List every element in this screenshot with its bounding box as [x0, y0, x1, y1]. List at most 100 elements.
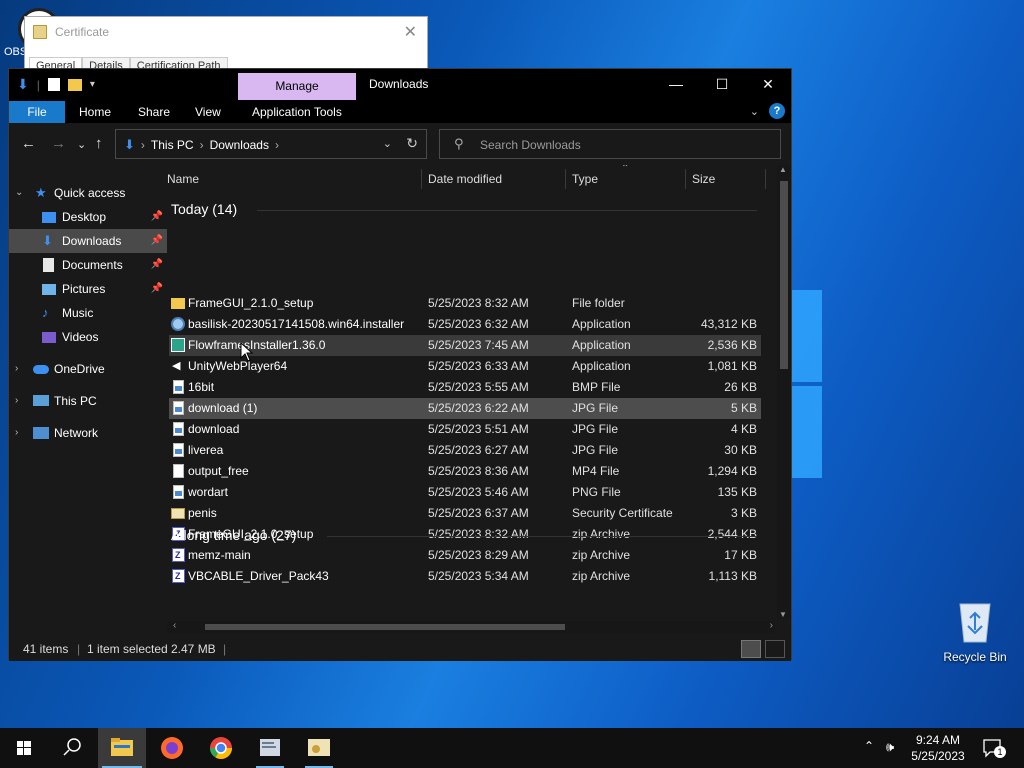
pin-icon[interactable]: 📌 [151, 277, 163, 301]
certificate-manager-icon[interactable] [246, 728, 294, 768]
column-divider[interactable] [685, 169, 686, 189]
close-icon[interactable]: ✕ [404, 22, 417, 42]
scroll-left-icon[interactable]: ‹ [173, 620, 176, 631]
chevron-right-icon[interactable]: › [15, 389, 18, 413]
column-divider[interactable] [421, 169, 422, 189]
sidebar-item-desktop[interactable]: Desktop 📌 [9, 205, 167, 229]
new-folder-icon[interactable] [67, 78, 82, 91]
certificate-window[interactable]: Certificate ✕ General Details Certificat… [24, 16, 428, 76]
file-row[interactable]: penis 5/25/2023 6:37 AM Security Certifica… [169, 503, 761, 524]
sidebar-item-videos[interactable]: Videos [9, 325, 167, 349]
file-row[interactable]: download 5/25/2023 5:51 AM JPG File 4 KB [169, 419, 761, 440]
address-dropdown-icon[interactable]: ⌄ [383, 137, 392, 150]
tab-application-tools[interactable]: Application Tools [252, 101, 342, 123]
window-controls: ― ☐ ✕ [653, 69, 791, 99]
certificate-taskbar-icon[interactable] [295, 728, 343, 768]
scrollbar-thumb[interactable] [780, 181, 788, 369]
breadcrumb-downloads[interactable]: Downloads [210, 138, 269, 152]
sidebar-item-documents[interactable]: Documents 📌 [9, 253, 167, 277]
recycle-bin[interactable]: Recycle Bin [936, 600, 1014, 664]
column-divider[interactable] [765, 169, 766, 189]
search-box[interactable]: ⚲ Search Downloads [439, 129, 781, 159]
file-size: 26 KB [724, 380, 757, 394]
pin-icon[interactable]: 📌 [151, 253, 163, 277]
back-arrow-icon[interactable]: ← [21, 135, 36, 152]
close-button[interactable]: ✕ [745, 69, 791, 99]
scroll-up-icon[interactable]: ▲ [779, 165, 787, 174]
search-button[interactable] [48, 728, 96, 768]
volume-icon[interactable]: 🕪 [886, 739, 894, 755]
sidebar-item-quick-access[interactable]: ⌄ ★ Quick access [9, 181, 167, 205]
group-header-long-ago[interactable]: A long time ago (27) [171, 527, 296, 543]
tab-share[interactable]: Share [138, 101, 170, 123]
column-header-size[interactable]: Size [692, 165, 715, 193]
file-row[interactable]: wordart 5/25/2023 5:46 AM PNG File 135 KB [169, 482, 761, 503]
firefox-icon[interactable] [148, 728, 196, 768]
recent-locations-icon[interactable]: ⌄ [77, 138, 86, 151]
vertical-scrollbar[interactable]: ▲ ▼ [777, 165, 791, 619]
details-view-icon[interactable] [741, 640, 761, 658]
sidebar-item-downloads[interactable]: ⬇ Downloads 📌 [9, 229, 167, 253]
customize-qat-icon[interactable]: ▾ [90, 79, 95, 90]
file-row[interactable]: ◀ UnityWebPlayer64 5/25/2023 6:33 AM Applic… [169, 356, 761, 377]
chevron-down-icon[interactable]: ⌄ [15, 181, 23, 205]
chevron-right-icon[interactable]: › [15, 421, 18, 445]
file-size: 3 KB [730, 506, 757, 520]
file-row[interactable]: liverea 5/25/2023 6:27 AM JPG File 30 KB [169, 440, 761, 461]
maximize-button[interactable]: ☐ [699, 69, 745, 99]
breadcrumb-separator[interactable]: › [275, 138, 279, 152]
breadcrumb-separator[interactable]: › [200, 138, 204, 152]
address-bar[interactable]: ⬇ › This PC › Downloads › ⌄ ↻ [115, 129, 427, 159]
column-divider[interactable] [565, 169, 566, 189]
column-header-name[interactable]: Name [167, 165, 199, 193]
refresh-icon[interactable]: ↻ [406, 135, 418, 152]
group-header-today[interactable]: Today (14) [171, 201, 237, 217]
forward-arrow-icon[interactable]: → [51, 135, 66, 152]
sidebar-item-this-pc[interactable]: › This PC [9, 389, 167, 413]
column-header-type[interactable]: Type [572, 165, 598, 193]
pin-icon[interactable]: 📌 [151, 205, 163, 229]
sidebar-item-pictures[interactable]: Pictures 📌 [9, 277, 167, 301]
chevron-down-icon[interactable]: ⌄ [750, 105, 759, 118]
properties-icon[interactable] [47, 78, 60, 91]
sidebar-item-network[interactable]: › Network [9, 421, 167, 445]
file-row[interactable]: download (1) 5/25/2023 6:22 AM JPG File 5 K… [169, 398, 761, 419]
tab-view[interactable]: View [195, 101, 221, 123]
minimize-button[interactable]: ― [653, 69, 699, 99]
file-row[interactable]: basilisk-20230517141508.win64.installer 5… [169, 314, 761, 335]
scroll-right-icon[interactable]: › [770, 620, 773, 631]
breadcrumb-this-pc[interactable]: This PC [151, 138, 194, 152]
sidebar-item-music[interactable]: ♪ Music [9, 301, 167, 325]
title-bar[interactable]: ⬇ | ▾ Manage Downloads ― ☐ ✕ [9, 69, 791, 101]
chevron-right-icon[interactable]: › [15, 357, 18, 381]
notification-center-icon[interactable]: 1 [980, 736, 1006, 760]
file-row[interactable]: FlowframesInstaller1.36.0 5/25/2023 7:45 … [169, 335, 761, 356]
horizontal-scrollbar[interactable]: ‹ › [167, 620, 775, 633]
sidebar-item-onedrive[interactable]: › OneDrive [9, 357, 167, 381]
explorer-window[interactable]: ⬇ | ▾ Manage Downloads ― ☐ ✕ File Home S… [8, 68, 792, 661]
file-row[interactable]: 16bit 5/25/2023 5:55 AM BMP File 26 KB [169, 377, 761, 398]
search-input[interactable]: Search Downloads [480, 138, 581, 152]
tab-manage[interactable]: Manage [238, 73, 356, 100]
clock[interactable]: 9:24 AM 5/25/2023 [900, 732, 976, 764]
breadcrumb-separator[interactable]: › [141, 138, 145, 152]
file-row[interactable]: FrameGUI_2.1.0_setup 5/25/2023 8:32 AM Fil… [169, 293, 761, 314]
start-button[interactable] [0, 728, 48, 768]
help-icon[interactable]: ? [769, 103, 785, 119]
image-file-icon [171, 401, 185, 416]
file-date: 5/25/2023 5:46 AM [428, 485, 529, 499]
tab-home[interactable]: Home [79, 101, 111, 123]
column-header-date[interactable]: Date modified [428, 165, 502, 193]
up-arrow-icon[interactable]: ↑ [95, 135, 103, 152]
chrome-icon[interactable] [197, 728, 245, 768]
file-row[interactable]: Zmemz-main 5/25/2023 8:29 AM zip Archive 17… [169, 545, 761, 566]
chevron-up-icon[interactable]: ⌃ [864, 739, 874, 753]
scroll-down-icon[interactable]: ▼ [779, 610, 787, 619]
file-row[interactable]: Z VBCABLE_Driver_Pack43 5/25/2023 5:34 AM z… [169, 566, 761, 587]
tab-file[interactable]: File [9, 101, 65, 123]
pin-icon[interactable]: 📌 [151, 229, 163, 253]
large-icons-view-icon[interactable] [765, 640, 785, 658]
file-row[interactable]: output_free 5/25/2023 8:36 AM MP4 File 1,29… [169, 461, 761, 482]
scrollbar-thumb[interactable] [205, 624, 565, 630]
file-explorer-taskbar-icon[interactable] [98, 728, 146, 768]
